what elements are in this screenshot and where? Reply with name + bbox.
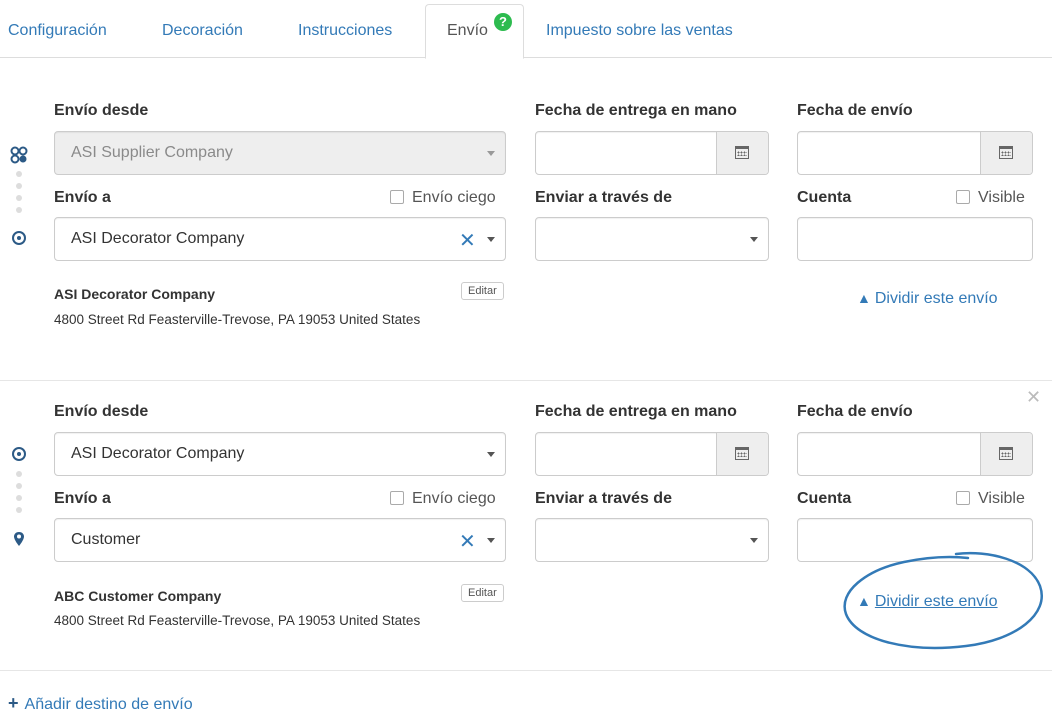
close-icon[interactable]: ✕ [459,228,476,253]
chevron-down-icon [487,538,495,543]
chevron-down-icon [487,237,495,242]
address-line: 4800 Street Rd Feasterville-Trevose, PA … [54,613,421,628]
timeline-dot [16,207,22,213]
blind-ship-label: Envío ciego [412,490,496,507]
ship-to-select[interactable]: Customer ✕ [54,518,506,562]
chevron-down-icon [750,237,758,242]
account-label: Cuenta [797,490,852,507]
tab-envio-label: Envío [447,22,488,39]
split-shipment-label: Dividir este envío [874,290,998,307]
split-shipment-label: Dividir este envío [874,593,998,610]
add-shipping-destination-link[interactable]: + Añadir destino de envío [8,693,193,714]
ship-from-label: Envío desde [54,102,149,119]
ship-via-label: Enviar a través de [535,189,672,206]
plus-icon: + [8,693,19,713]
tab-decoracion[interactable]: Decoración [162,22,243,40]
chevron-down-icon [487,151,495,156]
chevron-down-icon [487,452,495,457]
map-marker-icon [14,532,24,546]
blind-ship-checkbox[interactable]: Envío ciego [390,189,496,207]
ship-from-label: Envío desde [54,403,149,420]
account-input[interactable] [797,518,1033,562]
account-input[interactable] [797,217,1033,261]
close-icon[interactable]: ✕ [459,529,476,554]
calendar-button[interactable] [980,433,1032,475]
tab-bar: Configuración Decoración Instrucciones E… [0,0,1052,59]
shipment-2: ✕ Envío desde ASI Decorator Company Enví… [0,381,1052,671]
in-hands-date-input[interactable] [535,432,769,476]
address-company: ASI Decorator Company [54,286,216,302]
tab-impuesto[interactable]: Impuesto sobre las ventas [546,22,733,40]
tab-instrucciones[interactable]: Instrucciones [298,22,392,40]
ship-from-select: ASI Supplier Company [54,131,506,175]
section-divider [0,670,1052,671]
address-company: ABC Customer Company [54,588,222,604]
ship-to-value: Customer [71,531,141,548]
ship-from-value: ASI Decorator Company [71,445,245,462]
calendar-icon [735,447,749,460]
sitemap-icon: ▲ [857,593,871,609]
account-label: Cuenta [797,189,852,206]
timeline-dot [16,183,22,189]
chevron-down-icon [750,538,758,543]
ship-to-label: Envío a [54,490,111,507]
split-shipment-link[interactable]: ▲ Dividir este envío [857,290,998,308]
timeline-dot [16,471,22,477]
visible-checkbox[interactable]: Visible [956,189,1025,207]
ship-from-select[interactable]: ASI Decorator Company [54,432,506,476]
calendar-icon [735,146,749,159]
ship-to-select[interactable]: ASI Decorator Company ✕ [54,217,506,261]
calendar-icon [999,447,1013,460]
ship-date-input[interactable] [797,131,1033,175]
calendar-button[interactable] [980,132,1032,174]
ship-date-label: Fecha de envío [797,102,913,119]
timeline-dot [16,495,22,501]
edit-address-button[interactable]: Editar [461,282,504,300]
target-icon [12,231,26,245]
ship-to-value: ASI Decorator Company [71,230,245,247]
split-shipment-link[interactable]: ▲ Dividir este envío [857,593,998,611]
calendar-button[interactable] [716,433,768,475]
blind-ship-checkbox[interactable]: Envío ciego [390,490,496,508]
visible-label: Visible [978,490,1025,507]
address-line: 4800 Street Rd Feasterville-Trevose, PA … [54,312,421,327]
blind-ship-label: Envío ciego [412,189,496,206]
visible-checkbox[interactable]: Visible [956,490,1025,508]
timeline-dot [16,171,22,177]
tab-configuracion[interactable]: Configuración [8,22,107,40]
visible-label: Visible [978,189,1025,206]
in-hands-date-label: Fecha de entrega en mano [535,102,737,119]
ship-via-select[interactable] [535,217,769,261]
sitemap-icon: ▲ [857,290,871,306]
timeline-dot [16,507,22,513]
calendar-icon [999,146,1013,159]
timeline-dot [16,195,22,201]
supplier-icon [10,146,28,164]
ship-to-label: Envío a [54,189,111,206]
edit-address-button[interactable]: Editar [461,584,504,602]
timeline-dot [16,483,22,489]
help-icon[interactable]: ? [494,13,512,31]
ship-via-select[interactable] [535,518,769,562]
shipment-1: Envío desde ASI Supplier Company Envío a… [0,80,1052,370]
add-destination-label: Añadir destino de envío [24,696,193,713]
ship-via-label: Enviar a través de [535,490,672,507]
target-icon [12,447,26,461]
remove-shipment-icon[interactable]: ✕ [1026,387,1041,408]
in-hands-date-input[interactable] [535,131,769,175]
tab-envio[interactable]: Envío ? [425,4,524,59]
in-hands-date-label: Fecha de entrega en mano [535,403,737,420]
ship-from-value: ASI Supplier Company [71,144,233,161]
ship-date-input[interactable] [797,432,1033,476]
ship-date-label: Fecha de envío [797,403,913,420]
calendar-button[interactable] [716,132,768,174]
